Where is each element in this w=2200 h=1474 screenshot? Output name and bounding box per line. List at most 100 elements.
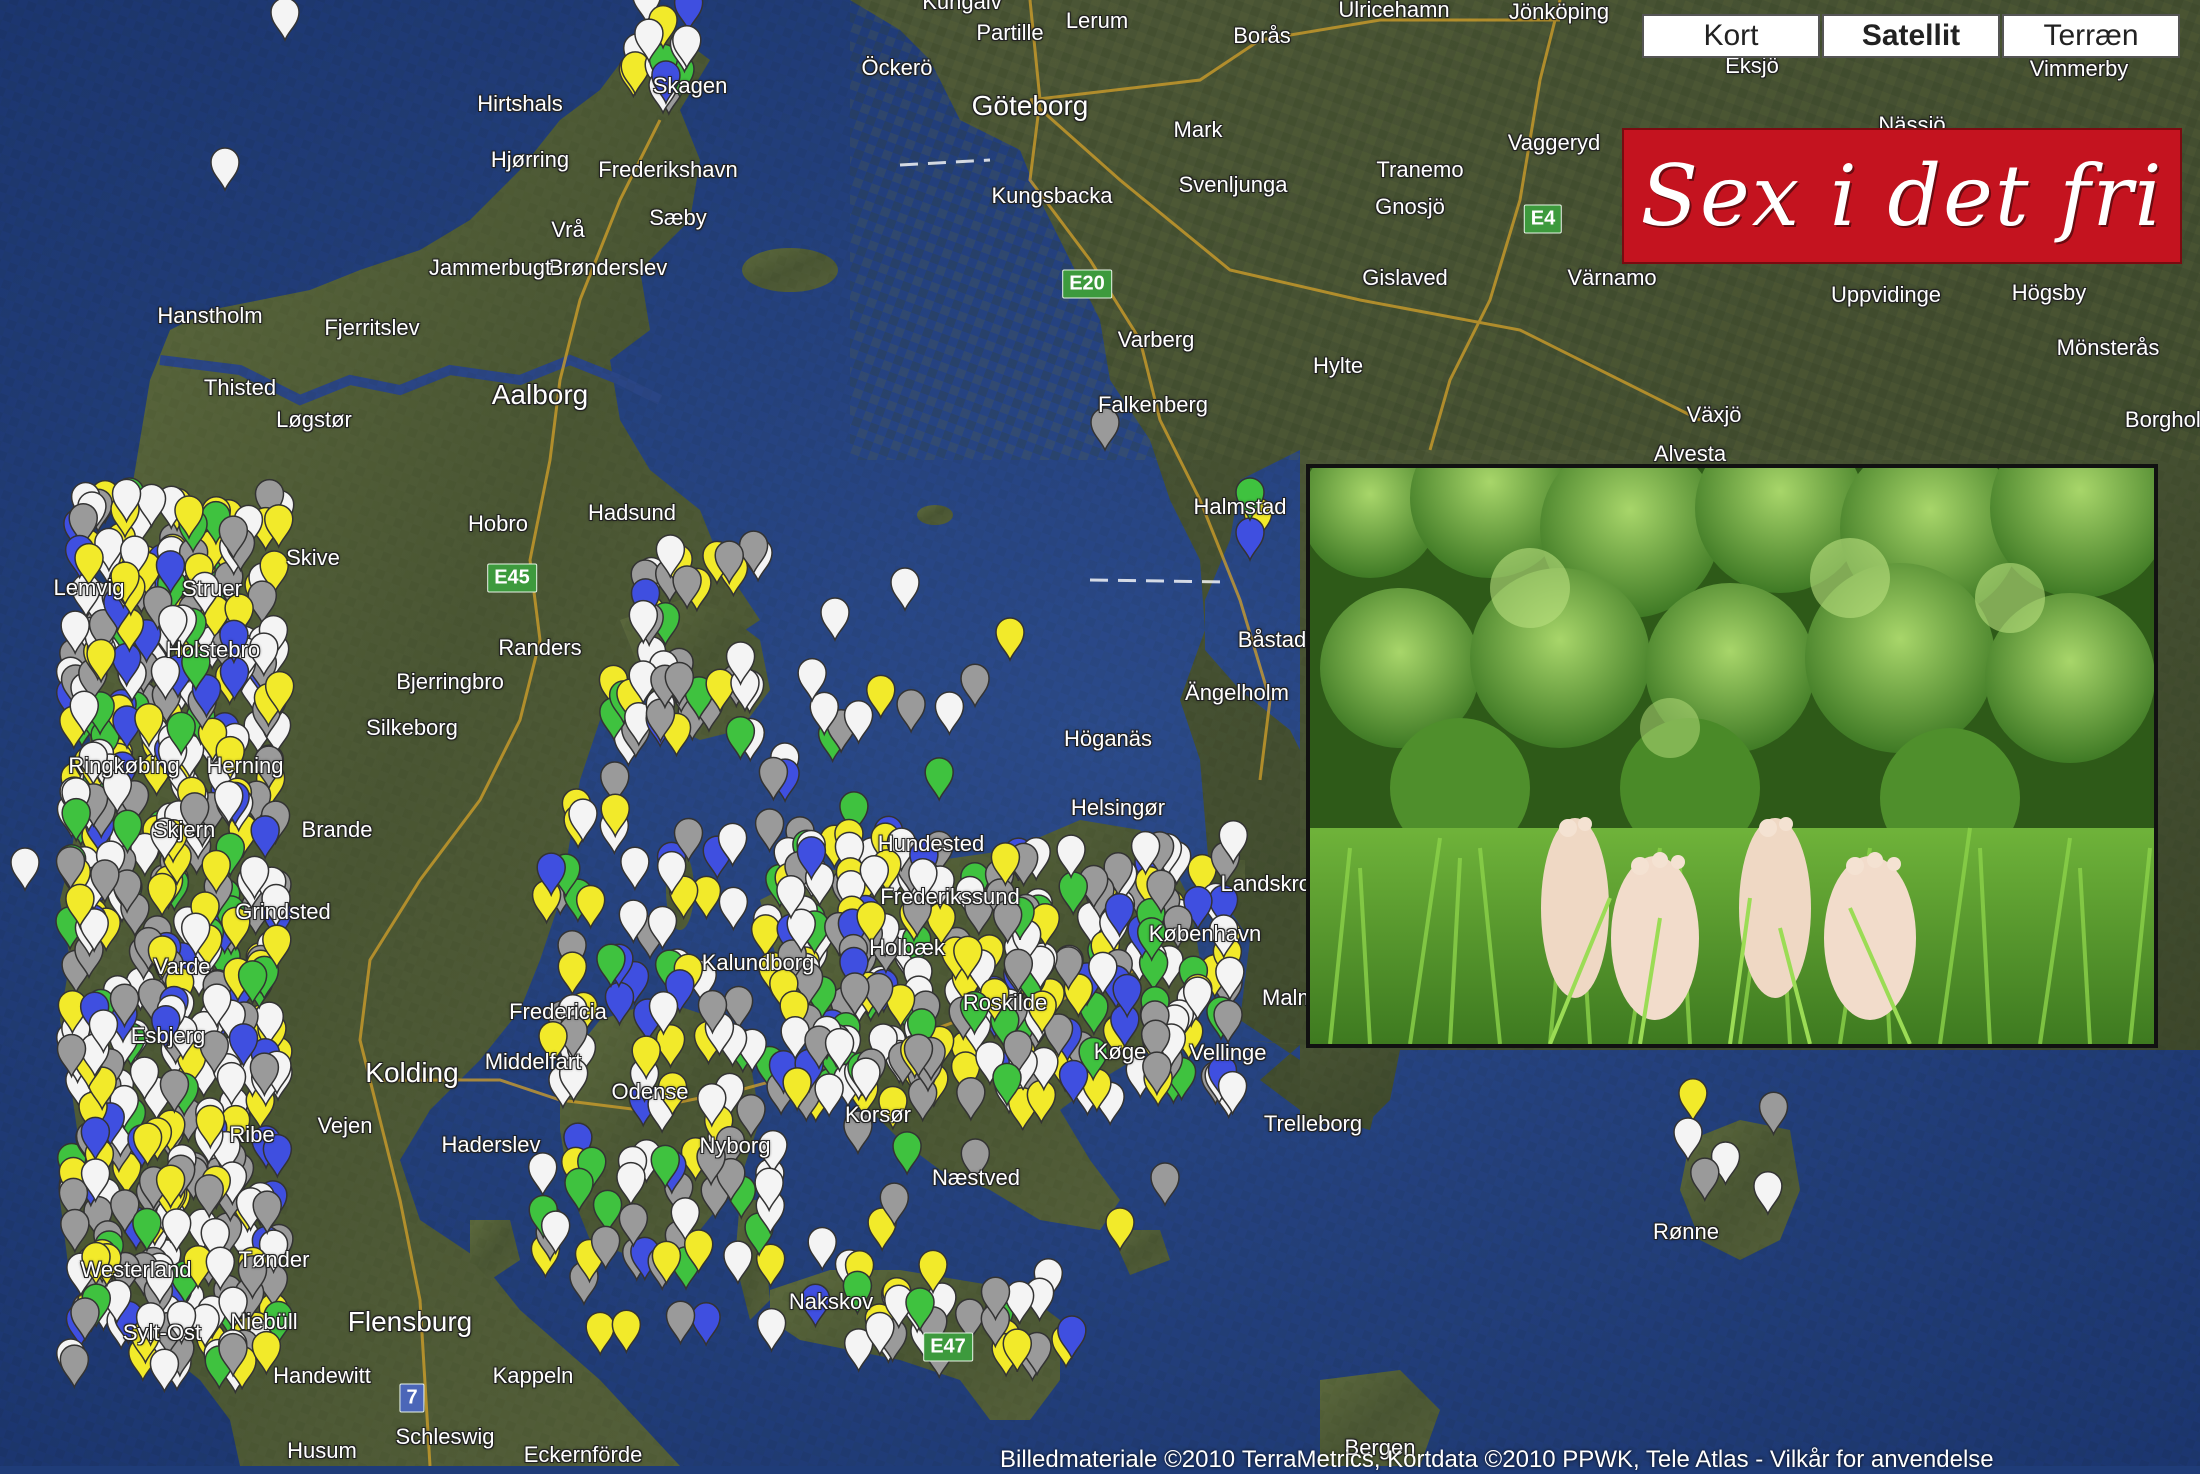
place-label: Vejen [317,1113,373,1138]
place-label: Sylt-Ost [122,1320,202,1345]
place-label: Vimmerby [2029,56,2129,81]
featured-photo[interactable] [1306,464,2158,1048]
place-label: Holbæk [869,935,945,960]
place-label: Skive [286,545,340,570]
place-label: Göteborg [971,90,1089,121]
place-label: Eckernförde [523,1442,643,1467]
place-label: Partille [976,20,1044,45]
place-label: Tranemo [1376,157,1464,182]
place-label: Borgholm [2124,407,2200,432]
place-label: Ringkøbing [68,753,180,778]
place-label: Kappeln [492,1363,574,1388]
place-label: Kalundborg [701,950,815,975]
place-label: Esbjerg [130,1023,206,1048]
place-label: Ribe [229,1122,275,1147]
place-label: Middelfart [484,1049,582,1074]
place-label: Jammerbugt [428,255,552,280]
place-label: Løgstør [276,407,352,432]
place-label: Hjørring [490,147,570,172]
place-label: Roskilde [962,990,1048,1015]
place-label: Hylte [1312,353,1364,378]
place-label: Värnamo [1567,265,1657,290]
place-label: Bjerringbro [396,669,504,694]
place-label: Tønder [238,1247,310,1272]
road-shield: E20 [1062,269,1112,299]
map-attribution: Billedmaterialе ©2010 TerraMetrics, Kort… [1000,1446,1994,1473]
place-label: Mönsterås [2056,335,2160,360]
place-label: Aalborg [491,379,589,410]
place-label: Varde [153,954,211,979]
place-label: Husum [287,1438,357,1463]
place-label: Næstved [931,1165,1021,1190]
photo-illustration [1310,468,2154,1044]
place-label: Ängelholm [1185,680,1289,705]
place-label: Kungsbacka [991,183,1113,208]
place-label: Öckerö [861,55,933,80]
map-type-kort-button[interactable]: Kort [1642,14,1820,58]
place-label: Borås [1233,23,1291,48]
place-label: Vrå [551,217,585,242]
place-label: Falkenberg [1097,392,1209,417]
place-label: Frederikssund [880,884,1020,909]
place-label: Varberg [1117,327,1195,352]
place-label: Hundested [877,831,985,856]
place-label: Gislaved [1362,265,1448,290]
place-label: Mark [1173,117,1223,142]
place-label: Båstad [1237,627,1307,652]
place-label: Uppvidinge [1830,282,1942,307]
place-label: Hirtshals [477,91,563,116]
place-label: Handewitt [273,1363,371,1388]
place-label: Brønderslev [548,255,668,280]
place-label: Nakskov [788,1289,874,1314]
place-label: Køge [1093,1039,1147,1064]
place-label: Skjern [152,817,216,842]
place-label: Silkeborg [366,715,458,740]
place-label: Flensburg [347,1306,473,1337]
road-shield: 7 [399,1383,425,1413]
place-label: Kungälv [922,0,1002,14]
place-label: Thisted [203,375,277,400]
place-label: Fjerritslev [324,315,420,340]
place-label: Vellinge [1189,1040,1267,1065]
site-logo-banner[interactable]: Sex i det fri [1622,128,2182,264]
place-label: Kolding [365,1057,459,1088]
place-label: Odense [611,1079,689,1104]
place-label: Herning [206,753,284,778]
place-label: Grindsted [235,899,331,924]
place-label: Niebüll [230,1309,298,1334]
place-label: Nyborg [699,1133,771,1158]
place-label: Halmstad [1193,494,1287,519]
place-label: Lemvig [53,575,125,600]
place-label: Jönköping [1508,0,1610,24]
place-label: Svenljunga [1178,172,1288,197]
place-label: Skagen [652,73,728,98]
place-label: Gnosjö [1375,194,1445,219]
place-label: Hadsund [587,500,677,525]
place-label: Rønne [1652,1219,1720,1244]
place-label: Lerum [1065,8,1129,33]
place-label: Brande [301,817,373,842]
place-label: Korsør [845,1102,911,1127]
place-label: Holstebro [165,637,261,662]
place-label: Växjö [1686,402,1742,427]
place-label: Högsby [2011,280,2087,305]
place-label: Hanstholm [157,303,263,328]
place-label: Randers [498,635,582,660]
road-shield: E4 [1523,204,1563,234]
road-shield: E47 [923,1332,973,1362]
place-label: Ulricehamn [1338,0,1450,22]
map-type-terrain-button[interactable]: Terræn [2002,14,2180,58]
place-label: Sæby [649,205,707,230]
map-type-control: Kort Satellit Terræn [1640,14,2180,58]
road-shield: E45 [487,563,537,593]
place-label: Vaggeryd [1507,130,1601,155]
site-logo-text: Sex i det fri [1640,147,2164,245]
place-label: Frederikshavn [598,157,738,182]
place-label: Trelleborg [1263,1111,1363,1136]
map-type-satellite-button[interactable]: Satellit [1822,14,2000,58]
place-label: Haderslev [441,1132,541,1157]
place-label: Hobro [468,511,528,536]
place-label: Schleswig [395,1424,495,1449]
place-label: Westerland [80,1257,192,1282]
place-label: Struer [182,576,242,601]
